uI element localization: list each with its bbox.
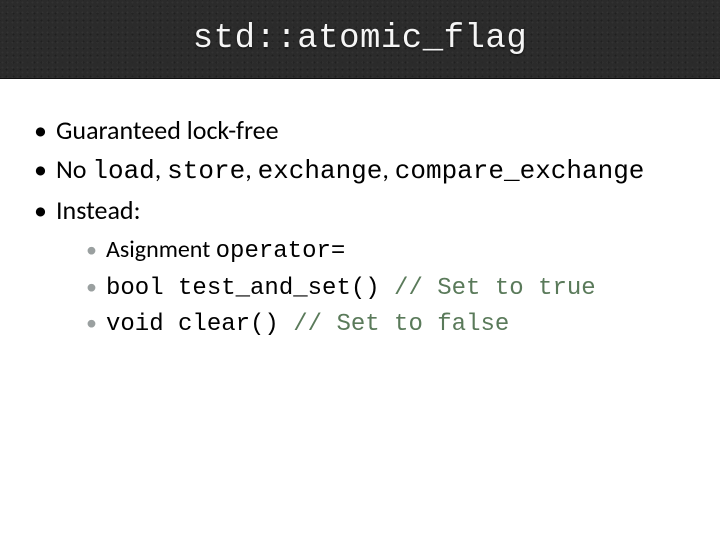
- code-text: store: [167, 156, 245, 186]
- sub-bullet-list: Asignment operator= bool test_and_set() …: [56, 234, 708, 341]
- code-comment: // Set to false: [293, 311, 509, 338]
- bullet-text: No: [56, 153, 92, 185]
- bullet-text: ,: [382, 153, 394, 185]
- code-text: operator=: [216, 238, 346, 265]
- slide-title: std::atomic_flag: [193, 20, 527, 58]
- bullet-text: ,: [245, 153, 257, 185]
- code-text: void clear(): [106, 311, 293, 338]
- code-text: exchange: [258, 156, 383, 186]
- sub-bullet-text: Asignment: [106, 235, 216, 264]
- bullet-list: Guaranteed lock-free No load, store, exc…: [28, 113, 708, 341]
- bullet-text: Guaranteed lock-free: [56, 114, 279, 146]
- sub-bullet-item: Asignment operator=: [82, 234, 708, 268]
- bullet-text: ,: [155, 153, 167, 185]
- code-text: compare_exchange: [395, 156, 645, 186]
- sub-bullet-item: void clear() // Set to false: [82, 307, 708, 341]
- bullet-item: No load, store, exchange, compare_exchan…: [28, 152, 708, 189]
- bullet-item: Guaranteed lock-free: [28, 113, 708, 148]
- code-comment: // Set to true: [394, 275, 596, 302]
- sub-bullet-item: bool test_and_set() // Set to true: [82, 271, 708, 305]
- bullet-item: Instead: Asignment operator= bool test_a…: [28, 193, 708, 341]
- slide: std::atomic_flag Guaranteed lock-free No…: [0, 0, 720, 540]
- code-text: load: [92, 156, 154, 186]
- slide-content: Guaranteed lock-free No load, store, exc…: [0, 79, 720, 341]
- bullet-text: Instead:: [56, 194, 141, 226]
- title-bar: std::atomic_flag: [0, 0, 720, 79]
- code-text: bool test_and_set(): [106, 275, 394, 302]
